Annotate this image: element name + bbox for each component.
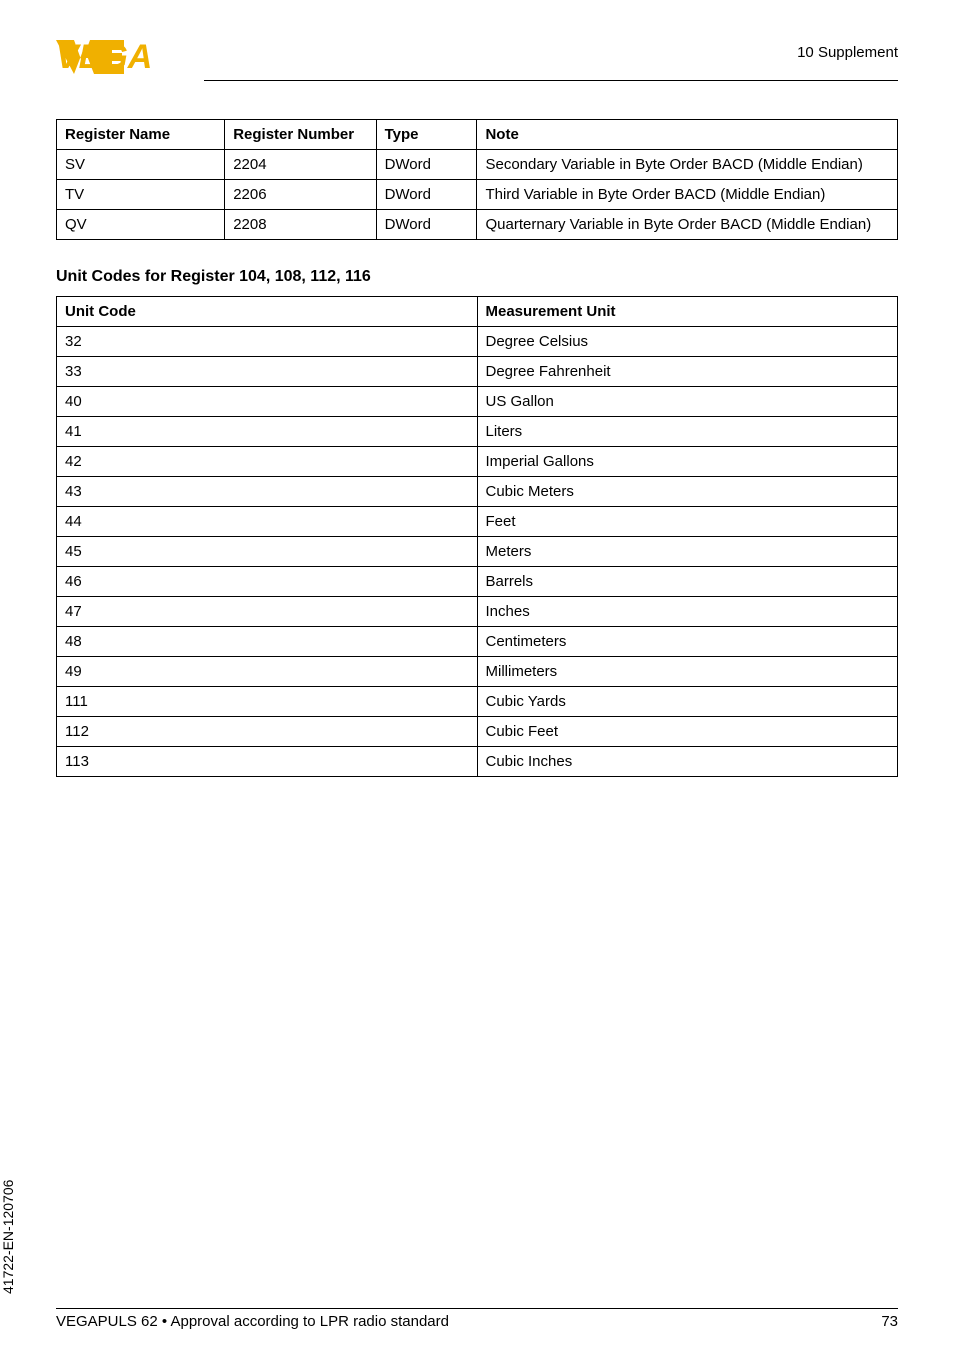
cell-unit: US Gallon bbox=[477, 387, 898, 417]
cell-unit: Millimeters bbox=[477, 657, 898, 687]
th-type: Type bbox=[376, 120, 477, 150]
cell-note: Quarternary Variable in Byte Order BACD … bbox=[477, 210, 898, 240]
cell-unit: Inches bbox=[477, 597, 898, 627]
cell-note: Third Variable in Byte Order BACD (Middl… bbox=[477, 180, 898, 210]
table-row: 113Cubic Inches bbox=[57, 747, 898, 777]
page-number: 73 bbox=[881, 1313, 898, 1330]
table-row: 45Meters bbox=[57, 537, 898, 567]
cell-unit: Centimeters bbox=[477, 627, 898, 657]
table-row: QV 2208 DWord Quarternary Variable in By… bbox=[57, 210, 898, 240]
table-row: 40US Gallon bbox=[57, 387, 898, 417]
cell-code: 42 bbox=[57, 447, 478, 477]
page-header: VEGA 10 Supplement bbox=[56, 38, 898, 74]
table-row: 47Inches bbox=[57, 597, 898, 627]
cell-unit: Meters bbox=[477, 537, 898, 567]
cell-code: 47 bbox=[57, 597, 478, 627]
cell-number: 2208 bbox=[225, 210, 376, 240]
th-note: Note bbox=[477, 120, 898, 150]
unit-codes-heading: Unit Codes for Register 104, 108, 112, 1… bbox=[56, 268, 898, 286]
cell-unit: Feet bbox=[477, 507, 898, 537]
cell-unit: Barrels bbox=[477, 567, 898, 597]
table-row: 49Millimeters bbox=[57, 657, 898, 687]
th-unit-code: Unit Code bbox=[57, 297, 478, 327]
table-row: 44Feet bbox=[57, 507, 898, 537]
cell-unit: Cubic Meters bbox=[477, 477, 898, 507]
cell-code: 49 bbox=[57, 657, 478, 687]
table-row: 111Cubic Yards bbox=[57, 687, 898, 717]
cell-unit: Cubic Feet bbox=[477, 717, 898, 747]
cell-number: 2204 bbox=[225, 150, 376, 180]
cell-code: 112 bbox=[57, 717, 478, 747]
cell-unit: Imperial Gallons bbox=[477, 447, 898, 477]
footer-rule bbox=[56, 1308, 898, 1309]
cell-code: 33 bbox=[57, 357, 478, 387]
cell-code: 113 bbox=[57, 747, 478, 777]
cell-unit: Degree Celsius bbox=[477, 327, 898, 357]
cell-note: Secondary Variable in Byte Order BACD (M… bbox=[477, 150, 898, 180]
cell-type: DWord bbox=[376, 210, 477, 240]
cell-name: TV bbox=[57, 180, 225, 210]
cell-code: 111 bbox=[57, 687, 478, 717]
cell-code: 40 bbox=[57, 387, 478, 417]
cell-code: 46 bbox=[57, 567, 478, 597]
cell-code: 43 bbox=[57, 477, 478, 507]
cell-name: SV bbox=[57, 150, 225, 180]
page-footer: VEGAPULS 62 • Approval according to LPR … bbox=[56, 1308, 898, 1330]
table-row: 112Cubic Feet bbox=[57, 717, 898, 747]
cell-code: 48 bbox=[57, 627, 478, 657]
cell-code: 32 bbox=[57, 327, 478, 357]
header-rule bbox=[204, 80, 898, 81]
table-row: 32Degree Celsius bbox=[57, 327, 898, 357]
cell-code: 44 bbox=[57, 507, 478, 537]
section-label: 10 Supplement bbox=[797, 38, 898, 61]
svg-text:VEGA: VEGA bbox=[56, 38, 152, 74]
vega-logo: VEGA bbox=[56, 38, 194, 74]
cell-unit: Degree Fahrenheit bbox=[477, 357, 898, 387]
cell-code: 41 bbox=[57, 417, 478, 447]
footer-row: VEGAPULS 62 • Approval according to LPR … bbox=[56, 1313, 898, 1330]
table-row: 42Imperial Gallons bbox=[57, 447, 898, 477]
table-row: SV 2204 DWord Secondary Variable in Byte… bbox=[57, 150, 898, 180]
table-row: TV 2206 DWord Third Variable in Byte Ord… bbox=[57, 180, 898, 210]
cell-type: DWord bbox=[376, 180, 477, 210]
document-id-vertical: 41722-EN-120706 bbox=[0, 1180, 16, 1294]
cell-unit: Liters bbox=[477, 417, 898, 447]
table-row: 46Barrels bbox=[57, 567, 898, 597]
table-row: 48Centimeters bbox=[57, 627, 898, 657]
table-row: 41Liters bbox=[57, 417, 898, 447]
th-register-name: Register Name bbox=[57, 120, 225, 150]
cell-code: 45 bbox=[57, 537, 478, 567]
table-row: 33Degree Fahrenheit bbox=[57, 357, 898, 387]
cell-unit: Cubic Inches bbox=[477, 747, 898, 777]
cell-unit: Cubic Yards bbox=[477, 687, 898, 717]
register-table: Register Name Register Number Type Note … bbox=[56, 119, 898, 240]
cell-name: QV bbox=[57, 210, 225, 240]
th-measurement-unit: Measurement Unit bbox=[477, 297, 898, 327]
table-row: 43Cubic Meters bbox=[57, 477, 898, 507]
unit-codes-table: Unit Code Measurement Unit 32Degree Cels… bbox=[56, 296, 898, 777]
footer-left: VEGAPULS 62 • Approval according to LPR … bbox=[56, 1313, 449, 1330]
logo-svg: VEGA bbox=[56, 38, 194, 74]
cell-number: 2206 bbox=[225, 180, 376, 210]
table-header-row: Unit Code Measurement Unit bbox=[57, 297, 898, 327]
cell-type: DWord bbox=[376, 150, 477, 180]
table-header-row: Register Name Register Number Type Note bbox=[57, 120, 898, 150]
th-register-number: Register Number bbox=[225, 120, 376, 150]
